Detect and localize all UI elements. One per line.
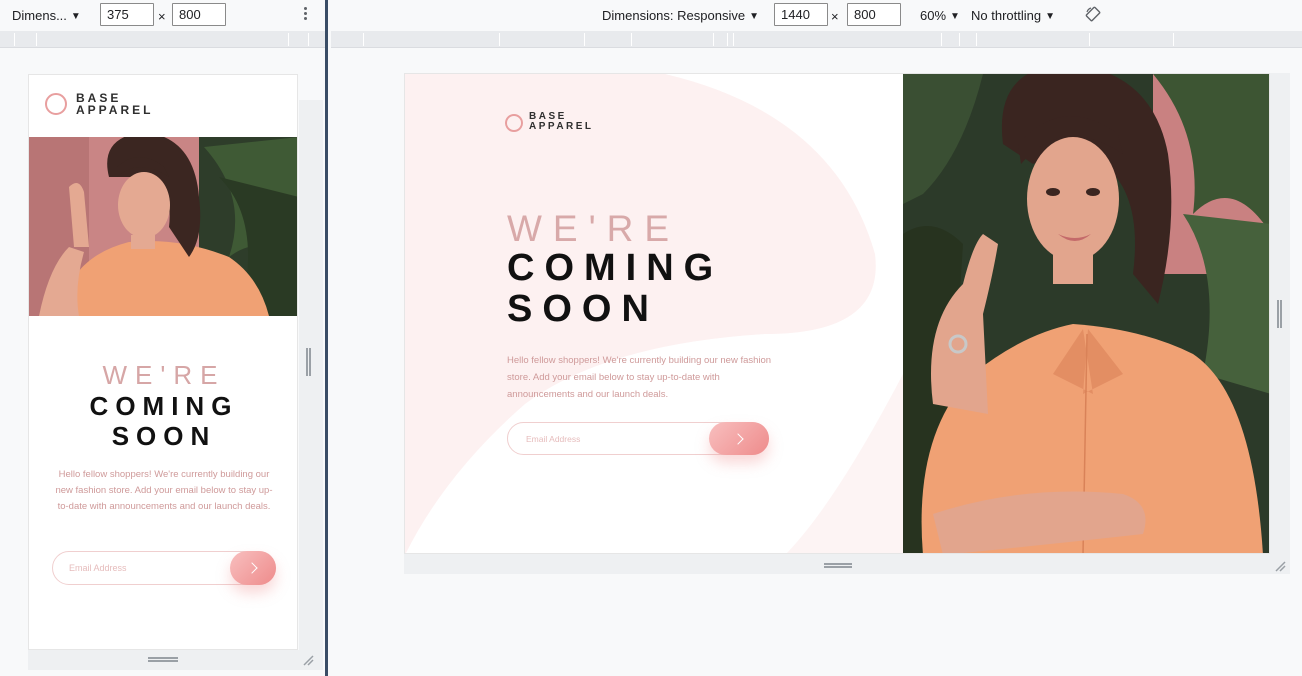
height-input[interactable]: 800: [847, 3, 901, 26]
heading-bold-2: SOON: [111, 421, 217, 451]
email-form: Email Address: [507, 422, 769, 455]
width-input[interactable]: 1440: [774, 3, 828, 26]
email-placeholder: Email Address: [526, 433, 581, 444]
caret-down-icon: ▼: [70, 11, 81, 22]
hero-image: [29, 137, 297, 316]
height-input[interactable]: 800: [172, 3, 226, 26]
throttling-select[interactable]: No throttling ▼: [971, 8, 1055, 23]
caret-down-icon: ▼: [1045, 11, 1055, 22]
responsive-select-label: Dimensions: Responsive: [602, 8, 746, 23]
right-margin-strip: [299, 100, 323, 650]
heading-light: WE'RE: [507, 208, 681, 249]
rotate-icon[interactable]: [1085, 6, 1101, 22]
mobile-emulation-pane: Dimens... ▼ 375 × 800 BASE APPAREL WE'RE…: [0, 0, 325, 676]
kebab-icon[interactable]: [304, 6, 308, 22]
corner-resize-icon[interactable]: [302, 654, 314, 666]
width-input[interactable]: 375: [100, 3, 154, 26]
heading-light: WE'RE: [102, 360, 226, 390]
logo-text[interactable]: BASE APPAREL: [76, 92, 153, 116]
desktop-content: BASE APPAREL WE'RE COMING SOON Hello fel…: [405, 74, 903, 553]
heading-bold: COMING SOON: [507, 248, 723, 330]
left-media-ruler[interactable]: [0, 31, 325, 48]
zoom-label: 60%: [920, 8, 947, 23]
heading-bold-1: COMING: [89, 391, 239, 421]
mobile-viewport: BASE APPAREL WE'RE COMING SOON Hello fel…: [28, 74, 298, 650]
description: Hello fellow shoppers! We're currently b…: [55, 469, 273, 512]
right-device-toolbar: Dimensions: Responsive ▼ 1440 × 800 60% ▼ …: [328, 0, 1302, 30]
hero-photo: [29, 137, 297, 316]
responsive-select[interactable]: Dimensions: Responsive ▼: [602, 8, 759, 23]
devtools-device-emulation: Dimens... ▼ 375 × 800 BASE APPAREL WE'RE…: [0, 0, 1302, 676]
caret-down-icon: ▼: [749, 11, 759, 22]
bottom-resize-handle[interactable]: [824, 563, 852, 568]
heading-bold-2: SOON: [507, 288, 659, 330]
pane-divider[interactable]: [325, 0, 328, 676]
corner-resize-icon[interactable]: [1274, 560, 1286, 572]
device-select[interactable]: Dimens... ▼: [12, 8, 81, 23]
description: Hello fellow shoppers! We're currently b…: [507, 355, 772, 400]
desktop-viewport: BASE APPAREL WE'RE COMING SOON Hello fel…: [404, 73, 1270, 554]
device-select-label: Dimens...: [12, 8, 67, 23]
logo-text[interactable]: BASE APPAREL: [529, 112, 594, 132]
submit-button[interactable]: [709, 422, 769, 455]
chevron-right-icon: [731, 432, 744, 445]
heading-bold-1: COMING: [507, 247, 724, 289]
circle-logo-icon: [45, 93, 67, 115]
zoom-select[interactable]: 60% ▼: [920, 8, 960, 23]
caret-down-icon: ▼: [950, 11, 960, 22]
hero-image: [903, 74, 1269, 553]
right-resize-handle[interactable]: [1277, 300, 1282, 328]
circle-logo-icon: [505, 114, 523, 132]
times-sign: ×: [158, 9, 166, 24]
submit-button[interactable]: [230, 551, 276, 585]
times-sign: ×: [831, 9, 839, 24]
email-placeholder: Email Address: [69, 563, 127, 573]
mobile-content: WE'RE COMING SOON Hello fellow shoppers!…: [29, 316, 297, 515]
logo-line-2: APPAREL: [529, 121, 594, 132]
right-resize-handle[interactable]: [306, 348, 311, 376]
left-device-toolbar: Dimens... ▼ 375 × 800: [0, 0, 325, 30]
throttling-label: No throttling: [971, 8, 1042, 23]
bottom-resize-handle[interactable]: [148, 657, 178, 662]
hero-photo: [903, 74, 1269, 553]
right-media-ruler[interactable]: [331, 31, 1302, 48]
chevron-right-icon: [245, 562, 258, 574]
logo-line-2: APPAREL: [76, 103, 154, 117]
email-form: Email Address: [52, 551, 276, 585]
mobile-header: BASE APPAREL: [29, 75, 297, 137]
